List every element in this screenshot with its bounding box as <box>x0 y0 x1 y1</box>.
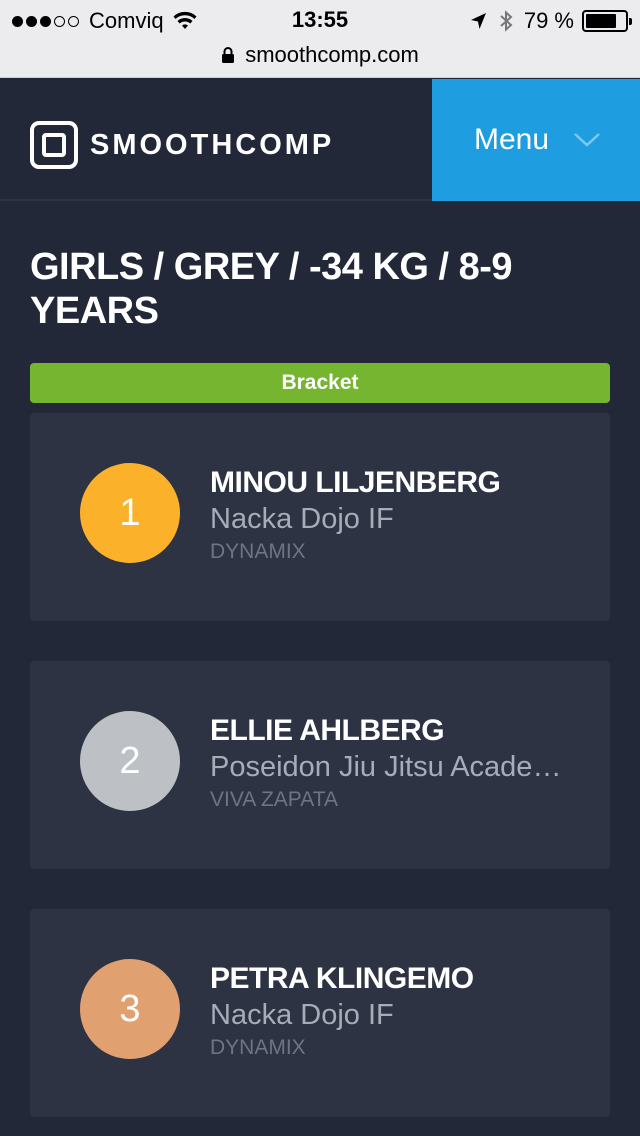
bluetooth-icon <box>500 10 513 32</box>
location-arrow-icon <box>470 13 486 29</box>
status-right: 79 % <box>468 8 632 34</box>
competitor-team: DYNAMIX <box>210 540 306 563</box>
competitor-team: VIVA ZAPATA <box>210 788 338 811</box>
logo[interactable]: SMOOTHCOMP <box>30 121 334 169</box>
menu-button[interactable]: Menu <box>432 79 640 201</box>
result-card[interactable]: 2 ELLIE AHLBERG Poseidon Jiu Jitsu Acade… <box>30 661 610 869</box>
smoothcomp-logo-icon <box>30 121 78 169</box>
competitor-name: PETRA KLINGEMO <box>210 962 474 995</box>
result-card[interactable]: 1 MINOU LILJENBERG Nacka Dojo IF DYNAMIX <box>30 413 610 621</box>
competitor-info: ELLIE AHLBERG Poseidon Jiu Jitsu Academy… <box>210 713 570 815</box>
competitor-team: DYNAMIX <box>210 1036 306 1059</box>
page-title: GIRLS / GREY / -34 KG / 8-9 YEARS <box>30 246 513 332</box>
status-bar: Comviq 13:55 79 % <box>0 0 640 40</box>
place-badge: 1 <box>80 463 180 563</box>
bracket-button[interactable]: Bracket <box>30 363 610 403</box>
competitor-name: MINOU LILJENBERG <box>210 466 501 499</box>
lock-icon <box>222 47 235 63</box>
battery-level <box>586 14 617 28</box>
menu-label: Menu <box>474 123 550 156</box>
battery-percent: 79 % <box>523 8 574 33</box>
competitor-info: PETRA KLINGEMO Nacka Dojo IF DYNAMIX <box>210 961 570 1063</box>
place-badge: 3 <box>80 959 180 1059</box>
result-card[interactable]: 3 PETRA KLINGEMO Nacka Dojo IF DYNAMIX <box>30 909 610 1117</box>
competitor-club: Nacka Dojo IF <box>210 999 394 1031</box>
site-header: SMOOTHCOMP Menu <box>0 79 640 201</box>
logo-text: SMOOTHCOMP <box>90 128 335 161</box>
battery-icon <box>582 10 632 32</box>
competitor-club: Poseidon Jiu Jitsu Academy <box>210 751 570 783</box>
chevron-down-icon <box>574 133 600 147</box>
competitor-name: ELLIE AHLBERG <box>210 714 445 747</box>
competitor-club: Nacka Dojo IF <box>210 503 394 535</box>
competitor-info: MINOU LILJENBERG Nacka Dojo IF DYNAMIX <box>210 465 570 567</box>
url-domain: smoothcomp.com <box>245 42 419 67</box>
place-badge: 2 <box>80 711 180 811</box>
url-bar[interactable]: smoothcomp.com <box>0 40 640 78</box>
